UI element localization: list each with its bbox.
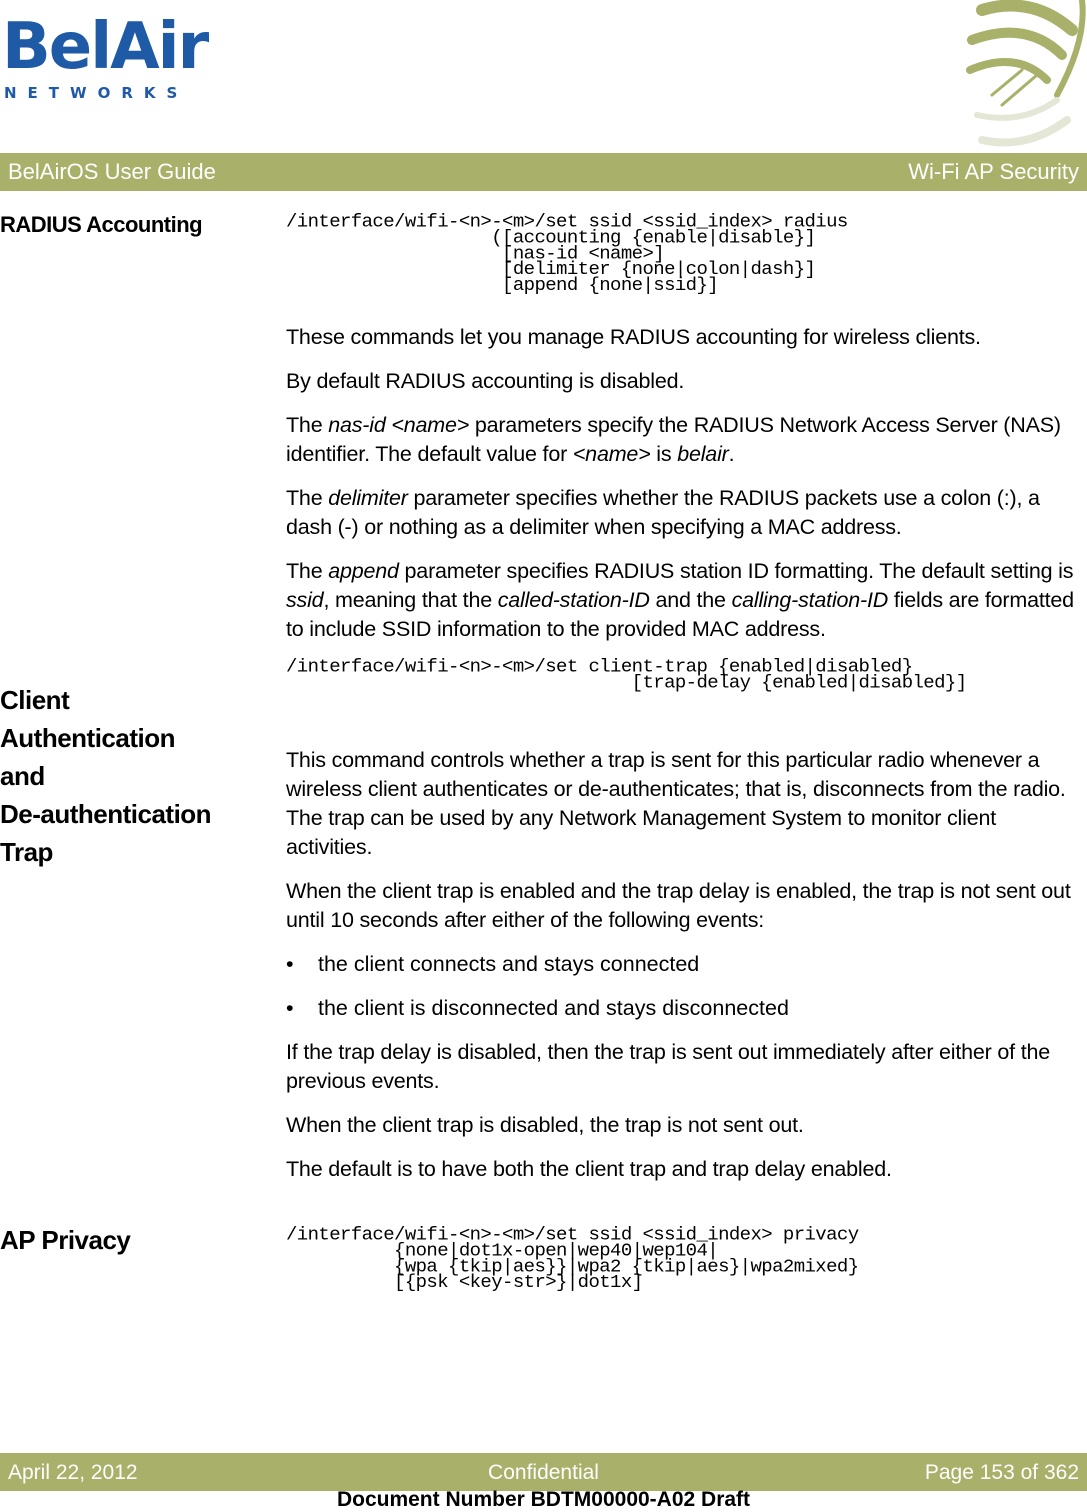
radius-command-syntax: /interface/wifi-<n>-<m>/set ssid <ssid_i… xyxy=(286,211,848,296)
param-nas-id: nas-id <name> xyxy=(328,413,470,437)
logo-subtitle: NETWORKS xyxy=(4,84,189,102)
text: , meaning that the xyxy=(323,588,498,612)
text: and the xyxy=(649,588,732,612)
radius-paragraph-nas-id: The nas-id <name> parameters specify the… xyxy=(286,411,1086,469)
text: The xyxy=(286,486,329,510)
client-trap-paragraph-3: If the trap delay is disabled, then the … xyxy=(286,1040,1051,1093)
list-item: • the client is disconnected and stays di… xyxy=(286,994,789,1023)
text: . xyxy=(728,442,735,466)
param-append: append xyxy=(328,559,399,583)
title-line: and xyxy=(0,761,45,791)
radius-paragraph-append: The append parameter specifies RADIUS st… xyxy=(286,557,1086,644)
param-delimiter: delimiter xyxy=(328,486,408,510)
param-called-station-id: called-station-ID xyxy=(497,588,650,612)
client-trap-paragraph-1: This command controls whether a trap is … xyxy=(286,748,1066,859)
param-calling-station-id: calling-station-ID xyxy=(731,588,889,612)
radius-paragraph-2: By default RADIUS accounting is disabled… xyxy=(286,369,685,393)
bullet-icon: • xyxy=(286,952,294,976)
title-line: Authentication xyxy=(0,723,176,753)
section-title-ap-privacy: AP Privacy xyxy=(0,1225,131,1255)
client-trap-command-syntax: /interface/wifi-<n>-<m>/set client-trap … xyxy=(286,656,967,694)
footer-bar: April 22, 2012 Confidential Page 153 of … xyxy=(0,1453,1087,1491)
text: The xyxy=(286,413,329,437)
client-trap-paragraph-4: When the client trap is disabled, the tr… xyxy=(286,1113,804,1137)
section-title-client-trap: Client Authentication and De-authenticat… xyxy=(0,681,270,871)
text: The xyxy=(286,559,329,583)
title-line: Client xyxy=(0,685,70,715)
header-bar: BelAirOS User Guide Wi-Fi AP Security xyxy=(0,153,1087,191)
radius-paragraph-1: These commands let you manage RADIUS acc… xyxy=(286,325,981,349)
belair-logo: BelAir NETWORKS xyxy=(0,12,209,107)
default-value: belair xyxy=(677,442,729,466)
client-trap-paragraph-2: When the client trap is enabled and the … xyxy=(286,879,1071,932)
text: is xyxy=(650,442,678,466)
list-item-text: the client connects and stays connected xyxy=(318,952,700,976)
section-title-radius-accounting: RADIUS Accounting xyxy=(0,212,203,237)
bullet-icon: • xyxy=(286,996,294,1020)
title-line: De-authentication xyxy=(0,799,212,829)
radius-paragraph-delimiter: The delimiter parameter specifies whethe… xyxy=(286,484,1086,542)
ap-privacy-command-syntax: /interface/wifi-<n>-<m>/set ssid <ssid_i… xyxy=(286,1224,859,1293)
param-ssid: ssid xyxy=(286,588,324,612)
chapter-title: Wi-Fi AP Security xyxy=(908,159,1079,184)
footer-page-number: Page 153 of 362 xyxy=(924,1461,1079,1484)
title-line: Trap xyxy=(0,837,53,867)
text: parameter specifies RADIUS station ID fo… xyxy=(398,559,1074,583)
swoosh-graphic-icon xyxy=(966,0,1086,147)
param-name: <name> xyxy=(572,442,651,466)
guide-title: BelAirOS User Guide xyxy=(8,159,216,184)
document-number: Document Number BDTM00000-A02 Draft xyxy=(336,1488,751,1511)
list-item-text: the client is disconnected and stays dis… xyxy=(318,996,789,1020)
client-trap-paragraph-5: The default is to have both the client t… xyxy=(286,1157,892,1181)
list-item: • the client connects and stays connected xyxy=(286,950,699,979)
logo-wordmark: BelAir xyxy=(2,10,209,84)
